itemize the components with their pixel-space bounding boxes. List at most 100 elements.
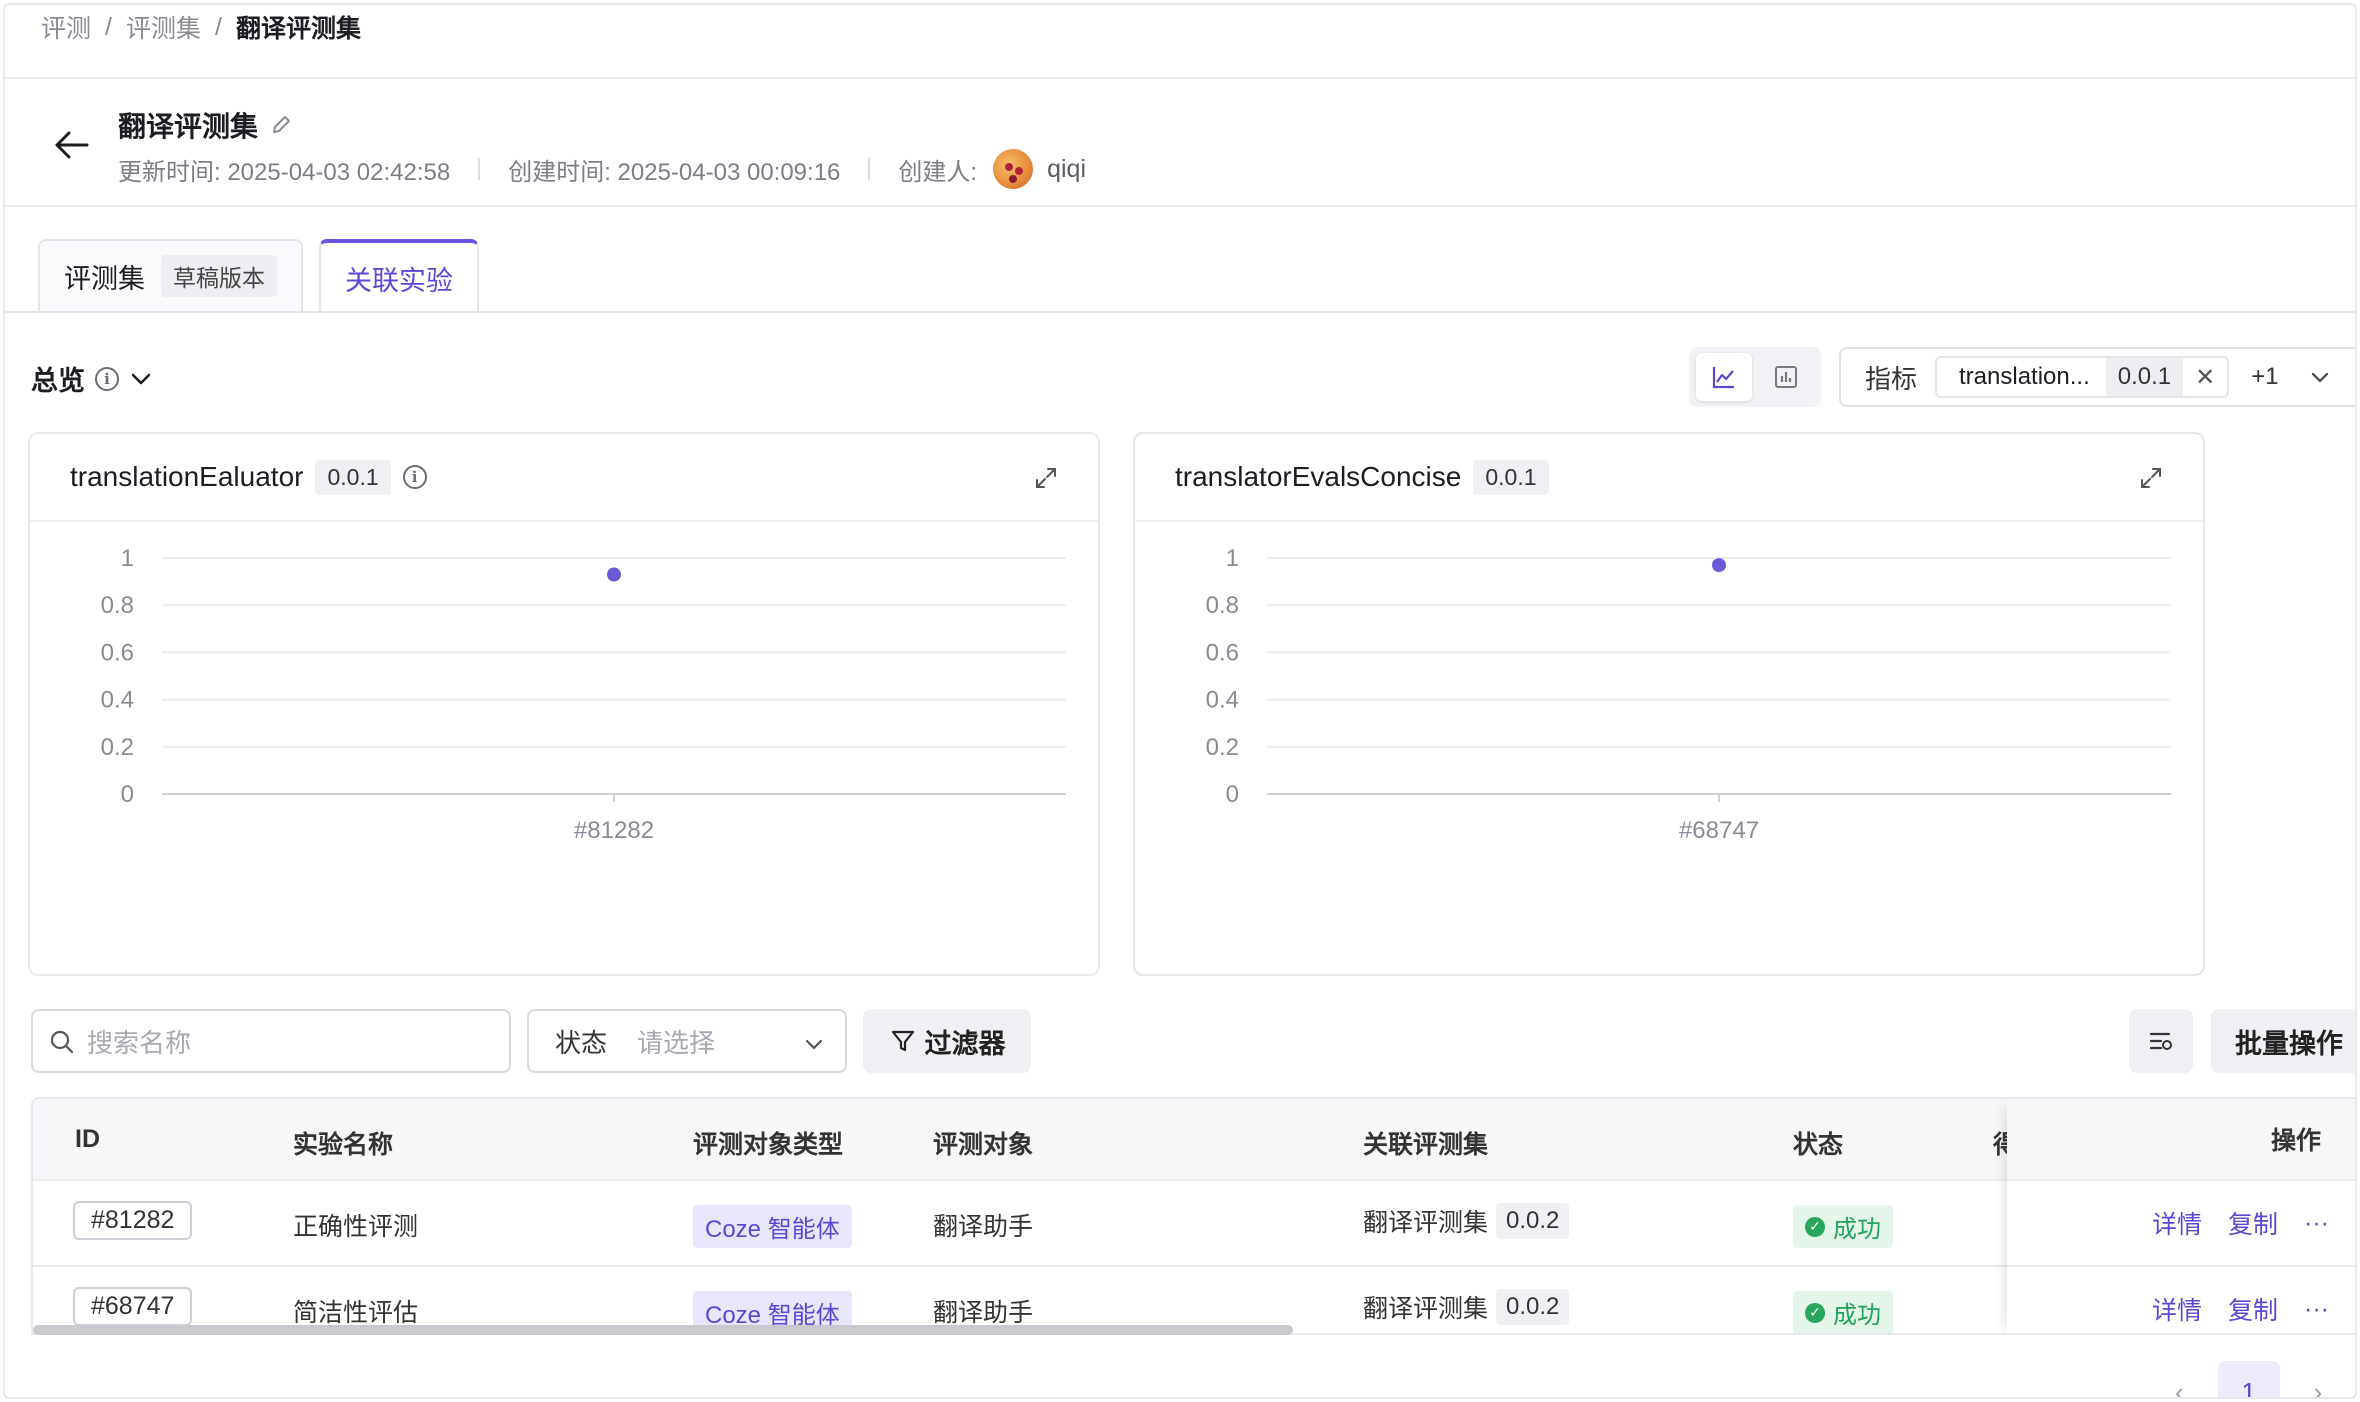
status-select[interactable]: 状态 请选择	[527, 1009, 847, 1073]
x-tick-label: #68747	[1679, 817, 1759, 844]
experiment-name: 正确性评测	[293, 1213, 419, 1241]
more-icon[interactable]: ···	[2304, 1209, 2329, 1238]
col-header-actions: 操作	[2007, 1099, 2355, 1181]
column-settings-icon	[2149, 1032, 2172, 1050]
chart-card-translator-evals-concise: translatorEvalsConcise 0.0.1 0 0.2 0.4 0.6 0…	[1133, 432, 2205, 976]
filter-icon	[891, 1030, 914, 1052]
back-arrow-icon[interactable]	[51, 125, 91, 165]
detail-link[interactable]: 详情	[2152, 1205, 2202, 1241]
line-chart-icon	[1712, 367, 1734, 389]
batch-label: 批量操作	[2235, 1028, 2343, 1059]
avatar	[993, 149, 1034, 189]
next-page-icon[interactable]: ›	[2314, 1377, 2323, 1398]
check-icon: ✓	[1805, 1302, 1825, 1323]
row-actions: 详情 复制 ···	[2007, 1181, 2355, 1267]
col-header-dataset: 关联评测集	[1363, 1131, 1489, 1159]
y-tick-label: 0	[1226, 781, 1239, 808]
y-tick-label: 0	[121, 781, 134, 808]
target-name: 翻译助手	[933, 1213, 1034, 1241]
dataset-version: 0.0.2	[1496, 1289, 1570, 1325]
y-tick-label: 0.2	[101, 734, 134, 761]
view-toggle	[1689, 347, 1821, 407]
bar-chart-icon	[1775, 366, 1797, 388]
page-title: 翻译评测集	[118, 111, 259, 142]
row-actions: 详情 复制 ···	[2007, 1267, 2355, 1333]
data-point	[1712, 558, 1726, 573]
tab-label: 评测集	[64, 263, 145, 294]
column-settings-button[interactable]	[2129, 1009, 2193, 1073]
horizontal-scrollbar[interactable]	[33, 1325, 1293, 1335]
search-icon	[50, 1030, 74, 1054]
col-header-target: 评测对象	[933, 1131, 1034, 1159]
data-point	[607, 567, 621, 582]
divider	[5, 77, 2355, 79]
y-tick-label: 0.4	[1206, 687, 1239, 714]
updated-time: 更新时间: 2025-04-03 02:42:58	[118, 158, 451, 186]
y-tick-label: 0.2	[1206, 734, 1239, 761]
divider	[5, 311, 2355, 313]
dataset-name: 翻译评测集	[1363, 1295, 1489, 1323]
close-icon[interactable]: ✕	[2183, 363, 2227, 392]
chevron-down-icon	[805, 1039, 823, 1050]
search-input[interactable]: 搜索名称	[31, 1009, 511, 1073]
breadcrumb-item-datasets[interactable]: 评测集	[126, 9, 201, 45]
breadcrumb-item-current: 翻译评测集	[235, 15, 361, 43]
chevron-down-icon	[2311, 372, 2328, 383]
experiment-id: #68747	[73, 1287, 193, 1326]
prev-page-icon[interactable]: ‹	[2175, 1377, 2184, 1398]
tabs: 评测集 草稿版本 关联实验	[38, 239, 479, 313]
pagination: ‹ 1 ›	[2175, 1361, 2323, 1398]
filter-button[interactable]: 过滤器	[863, 1009, 1031, 1073]
creator-name: qiqi	[1047, 154, 1086, 183]
expand-icon[interactable]	[2139, 466, 2163, 490]
bar-chart-view-button[interactable]	[1758, 353, 1814, 401]
col-header-status: 状态	[1793, 1131, 1844, 1159]
copy-link[interactable]: 复制	[2228, 1205, 2278, 1241]
status-label: 状态	[555, 1027, 608, 1058]
info-icon[interactable]: i	[402, 465, 427, 489]
tab-label: 关联实验	[345, 265, 453, 296]
dataset-cell: 翻译评测集 0.0.2	[1363, 1289, 1570, 1325]
x-tick-label: #81282	[574, 817, 654, 844]
experiment-name: 简洁性评估	[293, 1299, 419, 1327]
metric-tag-version: 0.0.1	[2105, 358, 2184, 396]
tab-dataset[interactable]: 评测集 草稿版本	[38, 239, 303, 311]
page-title-row: 翻译评测集	[118, 105, 292, 145]
edit-icon[interactable]	[270, 114, 292, 136]
tab-experiments[interactable]: 关联实验	[319, 239, 479, 313]
draft-badge: 草稿版本	[161, 255, 277, 297]
info-icon[interactable]: i	[95, 366, 119, 391]
batch-actions-button[interactable]: 批量操作	[2211, 1009, 2355, 1073]
divider	[5, 205, 2355, 207]
breadcrumb-item-eval[interactable]: 评测	[41, 9, 91, 45]
status-text: 成功	[1833, 1216, 1881, 1243]
metric-tag: translation... 0.0.1 ✕	[1935, 356, 2230, 398]
overview-label: 总览	[31, 366, 85, 396]
y-tick-label: 1	[1226, 545, 1239, 572]
chart-card-header: translationEaluator 0.0.1 i	[30, 434, 1098, 522]
col-header-id: ID	[75, 1125, 100, 1153]
status-badge: ✓ 成功	[1793, 1291, 1893, 1333]
current-page[interactable]: 1	[2217, 1361, 2280, 1397]
overview-toggle[interactable]: 总览 i	[31, 359, 153, 398]
detail-link[interactable]: 详情	[2152, 1291, 2202, 1327]
line-chart-view-button[interactable]	[1696, 353, 1752, 401]
experiments-table: ID 实验名称 评测对象类型 评测对象 关联评测集 状态 得 #81282 正确…	[31, 1097, 2355, 1335]
metric-select[interactable]: 指标 translation... 0.0.1 ✕ +1	[1839, 347, 2355, 407]
chart-title: translationEaluator	[70, 461, 304, 492]
status-placeholder: 请选择	[637, 1027, 716, 1058]
dataset-cell: 翻译评测集 0.0.2	[1363, 1203, 1570, 1239]
dataset-version: 0.0.2	[1496, 1203, 1570, 1239]
chart-title: translatorEvalsConcise	[1175, 461, 1462, 492]
metric-label: 指标	[1865, 363, 1918, 394]
copy-link[interactable]: 复制	[2228, 1291, 2278, 1327]
expand-icon[interactable]	[1034, 466, 1058, 490]
check-icon: ✓	[1805, 1216, 1825, 1237]
y-tick-label: 0.8	[101, 592, 134, 619]
chart-version: 0.0.1	[1473, 459, 1549, 495]
more-icon[interactable]: ···	[2304, 1295, 2329, 1324]
chart-version: 0.0.1	[315, 459, 391, 495]
y-tick-label: 1	[121, 545, 134, 572]
vertical-scrollbar[interactable]	[2355, 1185, 2357, 1305]
breadcrumb: 评测 / 评测集 / 翻译评测集	[41, 9, 361, 45]
